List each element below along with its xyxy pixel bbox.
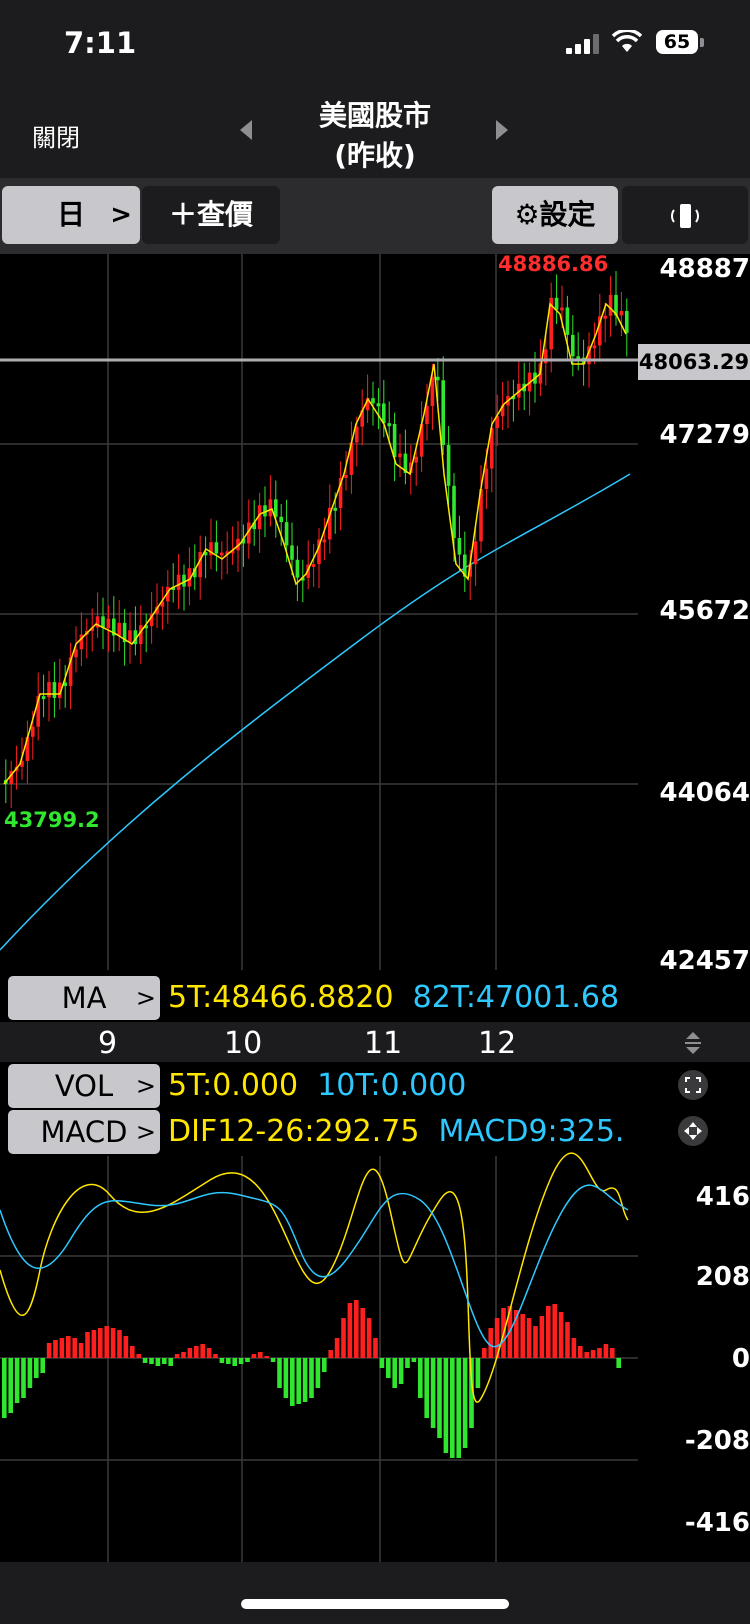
page-title: 美國股市 (昨收) <box>250 96 500 176</box>
quote-button[interactable]: ＋查價 <box>142 186 280 244</box>
vol10-value: 10T:0.000 <box>317 1068 467 1103</box>
macd-y-label-5: -416 <box>684 1508 750 1538</box>
macd-indicator-button[interactable]: MACD > <box>8 1110 160 1154</box>
ma5-line <box>3 302 627 785</box>
chevron-right-icon: > <box>135 1072 156 1100</box>
candlesticks <box>4 270 629 808</box>
macd-values: DIF12-26:292.75 MACD9:325. <box>168 1114 638 1149</box>
y-label-4: 44064 <box>659 778 750 808</box>
macd-lines <box>0 1152 629 1403</box>
current-price-tag: 48063.29 <box>638 344 750 380</box>
close-button[interactable]: 關閉 <box>32 118 80 153</box>
vol-indicator-button[interactable]: VOL > <box>8 1064 160 1108</box>
cellular-signal-icon <box>566 34 599 54</box>
macd-histogram <box>2 1300 621 1458</box>
rotate-screen-button[interactable] <box>622 186 748 244</box>
status-bar: 7:11 65 <box>0 0 750 88</box>
battery-tip <box>700 38 704 47</box>
low-price-label: 43799.2 <box>4 808 100 832</box>
rotate-icon <box>671 204 699 228</box>
home-indicator[interactable] <box>241 1599 509 1609</box>
chart-grid <box>0 254 750 1562</box>
title-line-2: (昨收) <box>334 139 416 172</box>
y-label-3: 45672 <box>659 596 750 626</box>
x-label-9: 9 <box>98 1026 118 1061</box>
chevron-right-icon: > <box>135 984 156 1012</box>
macd-label: MACD <box>40 1115 128 1149</box>
y-label-1: 48887 <box>659 254 750 284</box>
resize-handle-icon[interactable] <box>682 1028 704 1058</box>
y-label-5: 42457 <box>659 946 750 976</box>
ma5-value: 5T:48466.8820 <box>168 980 394 1015</box>
x-label-11: 11 <box>364 1026 403 1061</box>
battery-icon: 65 <box>656 30 698 54</box>
macd-y-label-4: -208 <box>684 1426 750 1456</box>
ma-values: 5T:48466.8820 82T:47001.68 <box>168 980 638 1015</box>
next-market-icon[interactable] <box>496 120 508 140</box>
vol5-value: 5T:0.000 <box>168 1068 299 1103</box>
dif-value: DIF12-26:292.75 <box>168 1114 420 1149</box>
ma82-value: 82T:47001.68 <box>412 980 620 1015</box>
x-label-10: 10 <box>224 1026 263 1061</box>
period-label: 日 <box>56 198 85 231</box>
move-icon[interactable] <box>678 1116 708 1146</box>
macd9-value: MACD9:325. <box>438 1114 625 1149</box>
chevron-right-icon: > <box>110 200 132 230</box>
ma-indicator-button[interactable]: MA > <box>8 976 160 1020</box>
wifi-icon <box>612 30 642 52</box>
macd-y-label-1: 416 <box>695 1182 750 1212</box>
title-line-1: 美國股市 <box>318 99 431 132</box>
settings-button[interactable]: ⚙設定 <box>492 186 618 244</box>
settings-label: 設定 <box>539 198 596 231</box>
x-label-12: 12 <box>478 1026 517 1061</box>
macd-y-label-3: 0 <box>731 1344 750 1374</box>
y-label-2: 47279 <box>659 420 750 450</box>
ma-label: MA <box>61 981 107 1015</box>
home-bar-area <box>0 1562 750 1624</box>
gear-icon: ⚙ <box>514 198 540 231</box>
ma82-line <box>0 473 631 951</box>
macd-y-label-2: 208 <box>695 1262 750 1292</box>
expand-icon[interactable] <box>678 1070 708 1100</box>
vol-values: 5T:0.000 10T:0.000 <box>168 1068 638 1103</box>
period-button[interactable]: 日 > <box>2 186 140 244</box>
high-price-label: 48886.86 <box>498 252 609 276</box>
chevron-right-icon: > <box>135 1118 156 1146</box>
status-time: 7:11 <box>64 26 137 60</box>
vol-label: VOL <box>54 1069 114 1103</box>
stock-chart[interactable] <box>0 254 750 1562</box>
